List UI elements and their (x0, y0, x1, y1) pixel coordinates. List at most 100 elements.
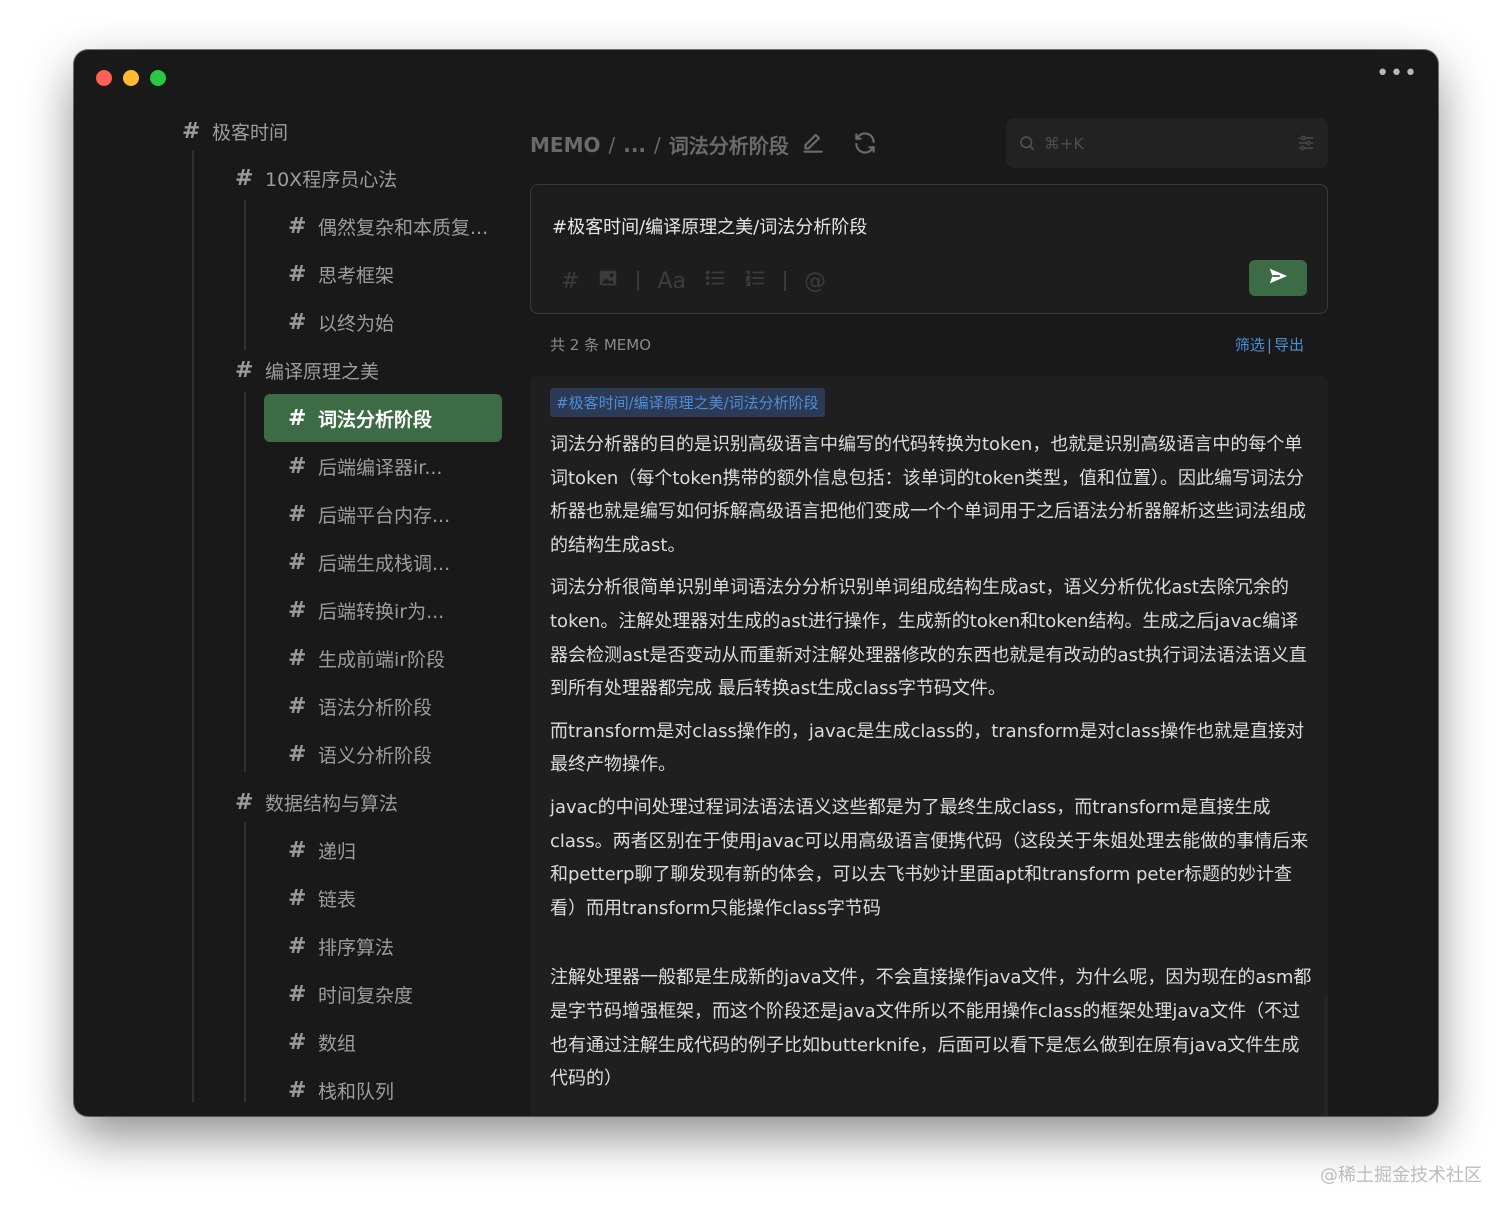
sidebar-item[interactable]: # 递归 (288, 826, 356, 874)
hash-icon: # (288, 837, 307, 863)
memo-paragraph: javac的中间处理过程词法语法语义这些都是为了最终生成class，而trans… (550, 796, 1309, 919)
memo-count: 共 2 条 MEMO (550, 336, 652, 354)
sidebar-item[interactable]: # 思考框架 (288, 250, 394, 298)
sidebar-item[interactable]: # 语法分析阶段 (288, 682, 432, 730)
more-options-icon[interactable]: ••• (1376, 63, 1418, 85)
pencil-icon[interactable] (800, 130, 826, 156)
send-button[interactable] (1249, 260, 1307, 296)
sidebar-item[interactable]: # 极客时间 (182, 107, 288, 155)
sidebar-item[interactable]: # 排序算法 (288, 922, 394, 970)
tag-hash-icon[interactable]: # (561, 269, 579, 294)
toolbar-divider (637, 271, 640, 291)
hash-icon: # (235, 789, 254, 815)
breadcrumb-current: 词法分析阶段 (668, 134, 789, 158)
sidebar-item[interactable]: # 数组 (288, 1018, 356, 1066)
sidebar-item[interactable]: # 后端编译器ir... (288, 442, 442, 490)
sidebar-item[interactable]: # 后端转换ir为... (288, 586, 444, 634)
memo-editor[interactable]: #极客时间/编译原理之美/词法分析阶段 # Aa @ (530, 184, 1328, 314)
watermark: @稀土掘金技术社区 (1320, 1165, 1482, 1186)
toolbar-divider (783, 271, 786, 291)
memo-paragraph: 注解处理器一般都是生成新的java文件，不会直接操作java文件，为什么呢，因为… (550, 967, 1312, 1090)
hash-icon: # (288, 693, 307, 719)
export-link[interactable]: 导出 (1274, 336, 1304, 354)
sidebar-item-label: 递归 (318, 840, 357, 863)
hash-icon: # (288, 549, 307, 575)
sidebar-item[interactable]: #10X程序员心法 (235, 154, 397, 202)
hash-icon: # (288, 885, 307, 911)
hash-icon: # (288, 1077, 307, 1103)
sidebar-item[interactable]: # 栈和队列 (288, 1066, 394, 1114)
memo-card: #极客时间/编译原理之美/词法分析阶段 词法分析器的目的是识别高级语言中编写的代… (530, 376, 1328, 1116)
memo-tag[interactable]: #极客时间/编译原理之美/词法分析阶段 (550, 388, 825, 417)
image-icon[interactable] (597, 267, 619, 295)
sliders-icon[interactable] (1296, 133, 1316, 153)
breadcrumb-separator: / (608, 132, 616, 157)
memo-paragraph: 而transform是对class操作的，javac是生成class的，tran… (550, 720, 1305, 776)
breadcrumb-separator: / (654, 132, 661, 157)
breadcrumb-root[interactable]: MEMO (530, 133, 600, 157)
sidebar-item[interactable]: # 后端生成栈调... (288, 538, 450, 586)
sidebar-item[interactable]: # 语义分析阶段 (288, 730, 432, 778)
hash-icon: # (288, 933, 307, 959)
sidebar-item-label: 极客时间 (212, 121, 289, 144)
hash-icon: # (288, 453, 307, 479)
sidebar-item-label: 语义分析阶段 (318, 744, 433, 767)
editor-toolbar: # Aa @ (561, 267, 826, 295)
hash-icon: # (288, 261, 307, 287)
breadcrumb: MEMO / ... / 词法分析阶段 (530, 130, 789, 159)
sidebar-item-label: 后端转换ir为... (318, 600, 445, 623)
sidebar-item-label: 数组 (318, 1032, 357, 1055)
memo-body: 词法分析器的目的是识别高级语言中编写的代码转换为token，也就是识别高级语言中… (550, 428, 1314, 1105)
search-bar[interactable]: ⌘+K (1006, 118, 1328, 168)
sidebar-item[interactable]: # 时间复杂度 (288, 970, 413, 1018)
scrollbar[interactable] (1324, 996, 1328, 1116)
list-actions: 筛选 | 导出 (1235, 334, 1304, 355)
hash-icon: # (288, 981, 307, 1007)
hash-icon: # (182, 118, 201, 144)
sidebar-item-label: 后端生成栈调... (318, 552, 451, 575)
list-icon[interactable] (704, 267, 726, 295)
memo-paragraph: 词法分析很简单识别单词语法分分析识别单词组成结构生成ast，语义分析优化ast去… (550, 577, 1307, 700)
hash-icon: # (288, 645, 307, 671)
hash-icon: # (288, 309, 307, 335)
sidebar-item-active[interactable]: # 词法分析阶段 (264, 394, 502, 442)
sidebar-item[interactable]: # 后端平台内存... (288, 490, 450, 538)
font-style-button[interactable]: Aa (657, 269, 686, 294)
mention-icon[interactable]: @ (804, 269, 826, 294)
action-separator: | (1266, 336, 1272, 354)
filter-link[interactable]: 筛选 (1235, 336, 1265, 354)
hash-icon: # (235, 357, 254, 383)
sidebar-item-label: 后端编译器ir... (318, 456, 443, 479)
breadcrumb-ellipsis[interactable]: ... (623, 133, 646, 157)
refresh-icon[interactable] (852, 130, 878, 156)
tree-guide-line (244, 200, 246, 350)
memo-paragraph: 词法分析器的目的是识别高级语言中编写的代码转换为token，也就是识别高级语言中… (550, 434, 1306, 556)
sidebar-item[interactable]: # 偶然复杂和本质复... (288, 202, 488, 250)
sidebar-item-label: 链表 (318, 888, 357, 911)
hash-icon: # (288, 741, 307, 767)
sidebar: # 极客时间 #10X程序员心法 # 偶然复杂和本质复... # 思考框架 # 以终为始… (74, 50, 514, 1116)
sidebar-item-label: 10X程序员心法 (265, 168, 398, 191)
sidebar-item-label: 思考框架 (318, 264, 395, 287)
sidebar-item-label: 生成前端ir阶段 (318, 648, 446, 671)
sidebar-item-label: 词法分析阶段 (318, 408, 433, 431)
sidebar-item[interactable]: # 以终为始 (288, 298, 394, 346)
sidebar-item-label: 时间复杂度 (318, 984, 414, 1007)
sidebar-item[interactable]: # 编译原理之美 (235, 346, 379, 394)
sidebar-item-label: 数据结构与算法 (265, 792, 399, 815)
search-icon (1018, 134, 1036, 152)
ordered-list-icon[interactable] (744, 267, 766, 295)
app-window: ••• # 极客时间 #10X程序员心法 # 偶然复杂和本质复... # 思考框架 #… (74, 50, 1438, 1116)
sidebar-item[interactable]: # 数据结构与算法 (235, 778, 398, 826)
tree-guide-line (244, 822, 246, 1102)
hash-icon: # (235, 165, 254, 191)
sidebar-item[interactable]: # 链表 (288, 874, 356, 922)
sidebar-item[interactable]: # 生成前端ir阶段 (288, 634, 445, 682)
hash-icon: # (288, 213, 307, 239)
hash-icon: # (288, 597, 307, 623)
sidebar-item-label: 编译原理之美 (265, 360, 380, 383)
send-icon (1267, 265, 1289, 291)
editor-content[interactable]: #极客时间/编译原理之美/词法分析阶段 (552, 213, 867, 239)
sidebar-item-label: 排序算法 (318, 936, 395, 959)
search-input[interactable]: ⌘+K (1044, 134, 1084, 153)
